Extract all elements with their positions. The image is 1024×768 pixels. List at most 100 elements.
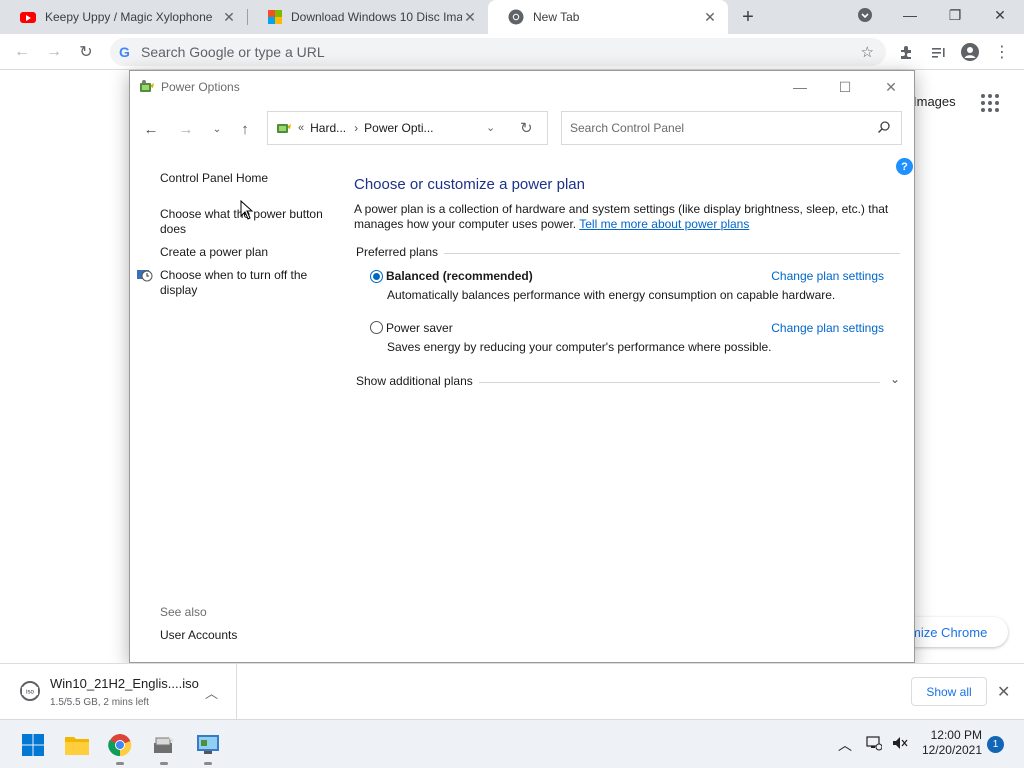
address-bar[interactable]: « Hard... › Power Opti... ⌄ ↻	[267, 111, 548, 145]
chevron-down-icon[interactable]: ⌄	[890, 372, 900, 386]
running-indicator	[204, 762, 212, 765]
up-icon[interactable]: ↑	[235, 119, 255, 139]
tab-keepy-uppy[interactable]: Keepy Uppy / Magic Xylophone ✕	[0, 0, 247, 34]
main-content: Choose or customize a power plan A power…	[354, 176, 900, 390]
installer-icon	[154, 736, 174, 753]
change-plan-settings-link[interactable]: Change plan settings	[771, 269, 884, 283]
file-explorer-button[interactable]	[64, 732, 90, 758]
restore-icon[interactable]: ❐	[935, 0, 975, 30]
breadcrumb-hardware[interactable]: Hard...	[310, 121, 346, 135]
windows-logo-icon	[22, 734, 44, 756]
change-plan-settings-link[interactable]: Change plan settings	[771, 321, 884, 335]
tab-download-windows[interactable]: Download Windows 10 Disc Imag ✕	[248, 0, 488, 34]
taskbar: ︿ 12:00 PM 12/20/2021 1	[0, 719, 1024, 768]
chrome-taskbar-button[interactable]	[107, 732, 133, 765]
recent-locations-icon[interactable]: ⌄	[207, 119, 227, 139]
back-icon[interactable]: ←	[141, 119, 161, 139]
tab-label: New Tab	[533, 10, 580, 24]
plan-description: Saves energy by reducing your computer's…	[387, 340, 772, 354]
minimize-icon[interactable]: —	[777, 75, 823, 99]
chevron-up-icon[interactable]: ︿	[205, 683, 218, 702]
control-panel-taskbar-button[interactable]	[195, 732, 221, 765]
help-icon[interactable]: ?	[896, 158, 913, 175]
notification-badge[interactable]: 1	[987, 736, 1004, 753]
control-panel-icon	[197, 735, 219, 754]
tab-new-tab[interactable]: New Tab ✕	[488, 0, 728, 34]
bookmark-star-icon[interactable]: ☆	[861, 43, 874, 61]
new-tab-button[interactable]: +	[738, 7, 758, 28]
microsoft-icon	[268, 10, 282, 24]
close-tab-icon[interactable]: ✕	[702, 9, 718, 25]
close-window-icon[interactable]: ✕	[980, 0, 1020, 30]
omnibox[interactable]: G Search Google or type a URL ☆	[110, 38, 886, 66]
show-additional-plans[interactable]: Show additional plans ⌄	[354, 372, 900, 390]
omnibox-placeholder: Search Google or type a URL	[141, 44, 325, 60]
plan-description: Automatically balances performance with …	[387, 288, 836, 302]
window-title-bar[interactable]: Power Options — ☐ ✕	[130, 71, 914, 102]
clock-date: 12/20/2021	[921, 743, 982, 757]
show-hidden-icons[interactable]: ︿	[838, 735, 852, 755]
close-window-icon[interactable]: ✕	[868, 75, 914, 99]
power-options-icon	[277, 124, 291, 133]
turn-off-display-link[interactable]: Choose when to turn off the display	[160, 268, 332, 298]
search-control-panel[interactable]	[561, 111, 902, 145]
page-description: A power plan is a collection of hardware…	[354, 202, 900, 232]
tab-label: Keepy Uppy / Magic Xylophone	[45, 10, 213, 24]
close-tab-icon[interactable]: ✕	[221, 9, 237, 25]
setup-app-button[interactable]	[151, 732, 177, 765]
media-control-icon[interactable]	[926, 40, 950, 64]
tab-search-icon[interactable]	[845, 0, 885, 30]
images-link[interactable]: Images	[913, 94, 956, 109]
clock-time: 12:00 PM	[930, 728, 982, 742]
download-status: 1.5/5.5 GB, 2 mins left	[50, 697, 149, 708]
user-accounts-link[interactable]: User Accounts	[160, 628, 237, 642]
minimize-icon[interactable]: —	[890, 0, 930, 30]
forward-icon[interactable]: →	[176, 119, 196, 139]
window-title: Power Options	[161, 79, 240, 94]
close-downloads-icon[interactable]: ✕	[997, 682, 1010, 702]
back-icon[interactable]: ←	[10, 40, 34, 64]
see-also-heading: See also	[160, 605, 207, 619]
breadcrumb-overflow-icon[interactable]: «	[298, 122, 304, 134]
plan-name[interactable]: Balanced (recommended)	[386, 269, 533, 283]
svg-text:iso: iso	[26, 690, 34, 696]
show-all-button[interactable]: Show all	[911, 677, 987, 706]
reload-icon[interactable]: ↻	[74, 40, 98, 64]
refresh-icon[interactable]: ↻	[520, 119, 533, 137]
forward-icon[interactable]: →	[42, 40, 66, 64]
breadcrumb-separator-icon[interactable]: ›	[354, 121, 358, 135]
volume-muted-icon[interactable]	[892, 735, 908, 754]
google-apps-icon[interactable]	[981, 94, 999, 112]
power-saver-radio[interactable]	[370, 321, 383, 334]
preferred-plans-heading: Preferred plans	[356, 245, 445, 259]
tab-label: Download Windows 10 Disc Imag	[291, 10, 462, 24]
search-input[interactable]	[570, 121, 860, 135]
youtube-icon	[20, 11, 36, 23]
browser-tab-strip: Keepy Uppy / Magic Xylophone ✕ Download …	[0, 0, 1024, 34]
system-clock[interactable]: 12:00 PM 12/20/2021	[918, 728, 982, 758]
maximize-icon[interactable]: ☐	[822, 75, 868, 99]
close-tab-icon[interactable]: ✕	[462, 9, 478, 25]
show-additional-plans-label[interactable]: Show additional plans	[356, 374, 479, 388]
chrome-menu-icon[interactable]: ⋮	[990, 40, 1014, 64]
search-icon[interactable]	[877, 120, 891, 134]
running-indicator	[160, 762, 168, 765]
chevron-down-icon[interactable]: ⌄	[486, 121, 495, 134]
start-button[interactable]	[20, 732, 46, 758]
google-icon: G	[119, 44, 130, 60]
breadcrumb-power-options[interactable]: Power Opti...	[364, 121, 433, 135]
chrome-icon	[508, 9, 524, 25]
folder-icon	[65, 737, 89, 755]
download-item[interactable]: iso Win10_21H2_Englis....iso 1.5/5.5 GB,…	[0, 664, 237, 719]
balanced-radio[interactable]	[370, 270, 383, 283]
plan-name[interactable]: Power saver	[386, 321, 453, 335]
network-icon[interactable]	[866, 735, 883, 754]
learn-more-link[interactable]: Tell me more about power plans	[579, 217, 749, 231]
plan-balanced: Balanced (recommended) Change plan setti…	[354, 262, 900, 314]
control-panel-home-link[interactable]: Control Panel Home	[160, 171, 268, 186]
monitor-clock-icon	[137, 270, 153, 282]
create-power-plan-link[interactable]: Create a power plan	[160, 245, 268, 260]
profile-avatar-icon[interactable]	[958, 40, 982, 64]
extensions-icon[interactable]	[894, 40, 918, 64]
preferred-plans-section: Preferred plans	[354, 245, 900, 260]
